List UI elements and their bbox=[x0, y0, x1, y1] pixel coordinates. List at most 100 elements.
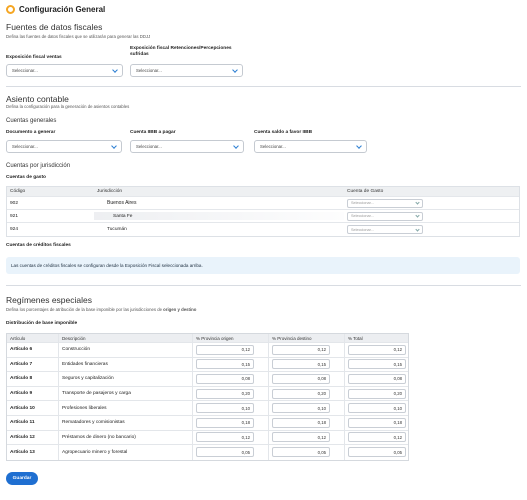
total-input[interactable]: 0,18 bbox=[348, 417, 406, 428]
exposicion-retenciones-value: Seleccionar... bbox=[136, 68, 162, 73]
descripcion-cell: Profesiones liberales bbox=[59, 401, 193, 415]
destino-input[interactable]: 0,08 bbox=[272, 373, 330, 384]
header-codigo: Código bbox=[10, 189, 26, 194]
jurisdiccion-cell: Buenos Aires bbox=[94, 197, 344, 209]
divider bbox=[6, 285, 521, 286]
destino-input[interactable]: 0,15 bbox=[272, 359, 330, 370]
table-row: Artículo 9 Transporte de pasajeros y carg… bbox=[7, 386, 408, 402]
cuenta-cell: Seleccionar... bbox=[344, 210, 519, 222]
page-header: Configuración General bbox=[6, 3, 105, 15]
asiento-title: Asiento contable bbox=[6, 94, 69, 104]
total-input[interactable]: 0,15 bbox=[348, 359, 406, 370]
origen-input[interactable]: 0,05 bbox=[196, 447, 254, 458]
origen-input[interactable]: 0,12 bbox=[196, 432, 254, 443]
total-cell: 0,08 bbox=[345, 372, 408, 386]
jurisdiccion-text: Santa Fe bbox=[113, 213, 133, 219]
header-articulo: Artículo bbox=[7, 334, 59, 342]
jurisdiccion-text: Tucumán bbox=[107, 227, 127, 232]
table-row: Artículo 11 Rematadores y comisionistas 0,… bbox=[7, 415, 408, 431]
table-row: Artículo 6 Construcción 0,12 0,12 0,12 bbox=[7, 343, 408, 358]
origen-input[interactable]: 0,18 bbox=[196, 417, 254, 428]
total-input[interactable]: 0,10 bbox=[348, 403, 406, 414]
header-provincia-origen: % Provincia origen bbox=[193, 334, 269, 342]
table-row: Artículo 13 Agropecuario minero y foresta… bbox=[7, 445, 408, 460]
origen-cell: 0,05 bbox=[193, 445, 269, 460]
header-provincia-destino: % Provincia destino bbox=[269, 334, 345, 342]
exposicion-retenciones-select[interactable]: Seleccionar... bbox=[130, 64, 243, 77]
destino-cell: 0,05 bbox=[269, 445, 345, 460]
destino-cell: 0,12 bbox=[269, 430, 345, 445]
jurisdiccion-cell: Santa Fe bbox=[94, 210, 344, 222]
origen-cell: 0,18 bbox=[193, 415, 269, 430]
total-cell: 0,12 bbox=[345, 431, 408, 445]
exposicion-ventas-select[interactable]: Seleccionar... bbox=[6, 64, 123, 77]
articulo-cell: Artículo 10 bbox=[7, 401, 59, 415]
cuentas-jurisdiccion-title: Cuentas por jurisdicción bbox=[6, 163, 71, 169]
origen-input[interactable]: 0,12 bbox=[196, 344, 254, 355]
destino-input[interactable]: 0,20 bbox=[272, 388, 330, 399]
total-input[interactable]: 0,12 bbox=[348, 344, 406, 355]
destino-input[interactable]: 0,12 bbox=[272, 432, 330, 443]
fuentes-desc: Defina las fuentes de datos fiscales que… bbox=[6, 34, 151, 39]
cuenta-gasto-select[interactable]: Seleccionar... bbox=[347, 198, 423, 208]
origen-cell: 0,20 bbox=[193, 386, 269, 401]
descripcion-cell: Seguros y capitalización bbox=[59, 372, 193, 386]
total-input[interactable]: 0,08 bbox=[348, 373, 406, 384]
header-cuenta-gasto: Cuenta de Gasto bbox=[347, 189, 384, 194]
regimenes-table: Artículo Descripción % Provincia origen … bbox=[6, 333, 409, 461]
origen-cell: 0,15 bbox=[193, 357, 269, 372]
iibb-favor-value: Seleccionar... bbox=[260, 144, 286, 149]
codigo-cell: 902 bbox=[10, 200, 19, 206]
descripcion-cell: Construcción bbox=[59, 343, 193, 357]
cuentas-gasto-label: Cuentas de gasto bbox=[6, 175, 46, 180]
origen-input[interactable]: 0,08 bbox=[196, 373, 254, 384]
regimenes-desc-text: Defina los porcentajes de atribución de … bbox=[6, 307, 164, 312]
destino-input[interactable]: 0,05 bbox=[272, 447, 330, 458]
iibb-pagar-value: Seleccionar... bbox=[136, 144, 162, 149]
total-cell: 0,10 bbox=[345, 401, 408, 415]
descripcion-cell: Entidades financieras bbox=[59, 357, 193, 372]
table-header-row: Código Jurisdicción Cuenta de Gasto bbox=[7, 187, 519, 197]
documento-select[interactable]: Seleccionar... bbox=[6, 140, 122, 153]
cuenta-cell: Seleccionar... bbox=[344, 223, 519, 236]
cuenta-gasto-select[interactable]: Seleccionar... bbox=[347, 225, 423, 234]
jurisdiccion-cell: Tucumán bbox=[94, 223, 344, 236]
cuenta-gasto-value: Seleccionar... bbox=[351, 214, 374, 218]
origen-cell: 0,08 bbox=[193, 372, 269, 386]
total-input[interactable]: 0,12 bbox=[348, 432, 406, 443]
iibb-pagar-label: Cuenta IIBB a pagar bbox=[130, 130, 176, 135]
chevron-down-icon bbox=[415, 226, 420, 232]
total-cell: 0,05 bbox=[345, 445, 408, 460]
iibb-favor-select[interactable]: Seleccionar... bbox=[254, 140, 367, 153]
table-header-row: Artículo Descripción % Provincia origen … bbox=[7, 334, 408, 343]
iibb-pagar-select[interactable]: Seleccionar... bbox=[130, 140, 244, 153]
total-cell: 0,12 bbox=[345, 343, 408, 357]
iibb-favor-label: Cuenta saldo a favor IIBB bbox=[254, 130, 313, 135]
destino-input[interactable]: 0,12 bbox=[272, 344, 330, 355]
articulo-cell: Artículo 7 bbox=[7, 357, 59, 372]
total-cell: 0,15 bbox=[345, 358, 408, 372]
destino-input[interactable]: 0,18 bbox=[272, 417, 330, 428]
divider bbox=[6, 86, 521, 87]
origen-input[interactable]: 0,20 bbox=[196, 388, 254, 399]
origen-input[interactable]: 0,15 bbox=[196, 359, 254, 370]
asiento-desc: Defina la configuración para la generaci… bbox=[6, 104, 130, 109]
regimenes-desc-bold: origen y destino bbox=[163, 307, 197, 312]
articulo-cell: Artículo 12 bbox=[7, 430, 59, 445]
destino-cell: 0,12 bbox=[269, 343, 345, 357]
origen-input[interactable]: 0,10 bbox=[196, 403, 254, 414]
creditos-info-text: Las cuentas de créditos fiscales se conf… bbox=[11, 263, 203, 268]
total-input[interactable]: 0,20 bbox=[348, 388, 406, 399]
exposicion-ventas-label: Exposición fiscal ventas bbox=[6, 55, 62, 60]
origen-cell: 0,12 bbox=[193, 343, 269, 357]
chevron-down-icon bbox=[415, 213, 420, 218]
table-row: Artículo 10 Profesiones liberales 0,10 0,10… bbox=[7, 401, 408, 416]
destino-input[interactable]: 0,10 bbox=[272, 403, 330, 414]
total-input[interactable]: 0,05 bbox=[348, 447, 406, 458]
cuenta-gasto-select[interactable]: Seleccionar... bbox=[347, 211, 423, 221]
save-button[interactable]: Guardar bbox=[6, 472, 38, 485]
table-row: 924 Tucumán Seleccionar... bbox=[7, 223, 519, 236]
total-cell: 0,20 bbox=[345, 387, 408, 401]
header-jurisdiccion: Jurisdicción bbox=[97, 189, 123, 194]
exposicion-retenciones-label: Exposición fiscal Retenciones/Percepcion… bbox=[130, 46, 232, 57]
